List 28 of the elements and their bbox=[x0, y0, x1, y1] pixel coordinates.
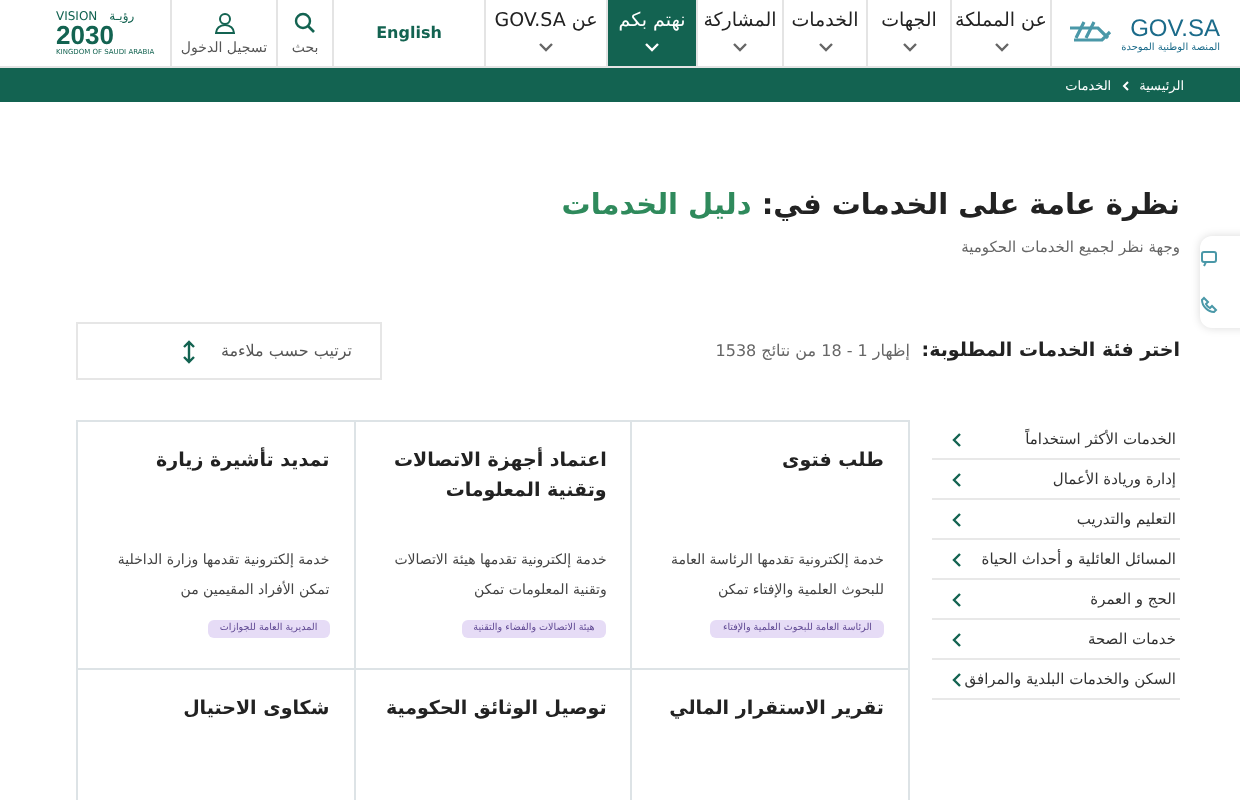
chevron-left-icon bbox=[952, 551, 962, 567]
service-title: شكاوى الاحتيال bbox=[183, 696, 330, 724]
vision-year: 2030 bbox=[56, 24, 114, 48]
nav-tab[interactable]: نهتم بكم bbox=[606, 0, 696, 66]
logo-text[interactable]: GOV.SA bbox=[1130, 13, 1220, 41]
chevron-left-icon bbox=[952, 431, 962, 447]
phone-icon bbox=[1200, 296, 1218, 314]
chat-icon bbox=[1200, 250, 1218, 268]
service-title: تقرير الاستقرار المالي bbox=[669, 696, 884, 724]
sort-icon bbox=[182, 339, 197, 363]
filter-label: اختر فئة الخدمات المطلوبة: bbox=[919, 340, 1180, 362]
service-title: طلب فتوى bbox=[782, 448, 884, 476]
chevron-left-icon bbox=[952, 631, 962, 647]
chevron-left-icon bbox=[952, 671, 962, 687]
sort-dropdown[interactable]: ترتيب حسب ملاءمة bbox=[76, 322, 382, 380]
results-count: إظهار 1 - 18 من نتائج 1538 bbox=[715, 342, 910, 360]
chevron-left-icon bbox=[952, 511, 962, 527]
service-title: اعتماد أجهزة الاتصالات وتقنية المعلومات bbox=[391, 446, 607, 506]
breadcrumb-separator-icon bbox=[1121, 79, 1130, 91]
nav-tab[interactable]: عن المملكة bbox=[950, 0, 1050, 66]
user-icon bbox=[213, 11, 235, 33]
search-icon bbox=[294, 11, 316, 33]
chevron-left-icon bbox=[952, 591, 962, 607]
page-title: نظرة عامة على الخدمات في: دليل الخدمات bbox=[559, 190, 1180, 222]
service-title: توصيل الوثائق الحكومية bbox=[385, 696, 607, 724]
service-title: تمديد تأشيرة زيارة bbox=[156, 446, 330, 476]
service-card[interactable]: توصيل الوثائق الحكومية bbox=[355, 670, 633, 800]
chevron-left-icon bbox=[952, 471, 962, 487]
